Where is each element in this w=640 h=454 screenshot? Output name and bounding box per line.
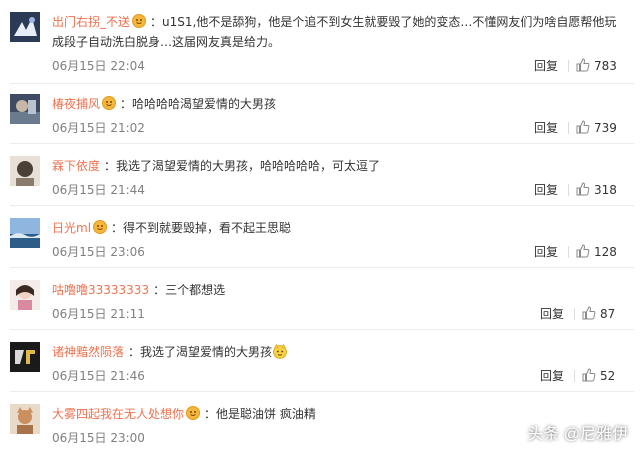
vip-badge-icon: [132, 14, 147, 28]
comment-item: 日光ml ：得不到就要毁掉，看不起王思聪 06月15日 23:06 回复 128: [0, 218, 640, 268]
like-button[interactable]: 87: [582, 306, 615, 322]
comment-text: 三个都想选: [165, 283, 226, 297]
thumbs-up-icon: [576, 120, 590, 134]
like-count: 783: [594, 59, 617, 73]
reply-button[interactable]: 回复: [534, 182, 558, 198]
thumbs-up-icon: [582, 368, 596, 382]
like-button[interactable]: 52: [582, 368, 615, 384]
username-link[interactable]: 诸神黯然陨落: [52, 345, 124, 359]
avatar[interactable]: [10, 342, 40, 372]
reply-button[interactable]: 回复: [534, 244, 558, 260]
comment-item: 霖下依度 ：我选了渴望爱情的大男孩，哈哈哈哈哈，可太逗了 06月15日 21:44…: [0, 156, 640, 206]
like-count: 128: [594, 245, 617, 259]
username-link[interactable]: 日光ml: [52, 221, 91, 235]
like-button[interactable]: 783: [576, 58, 617, 74]
comment-text: 他是聪油饼 疯油精: [216, 407, 316, 421]
comment-text: 哈哈哈哈渴望爱情的大男孩: [132, 97, 277, 111]
divider: [568, 60, 569, 72]
comment-item: 诸神黯然陨落 ：我选了渴望爱情的大男孩 06月15日 21:46 回复 52: [0, 342, 640, 392]
thumbs-up-icon: [576, 58, 590, 72]
comment-time: 06月15日 22:04: [52, 59, 145, 73]
username-link[interactable]: 咕噜噜33333333: [52, 283, 149, 297]
vip-badge-icon: [102, 96, 117, 110]
like-button[interactable]: 128: [576, 244, 617, 260]
divider: [574, 308, 575, 320]
reply-button[interactable]: 回复: [534, 120, 558, 136]
row-divider: [10, 143, 634, 144]
separator: ：: [104, 159, 117, 173]
comment-time: 06月15日 23:06: [52, 245, 145, 259]
like-count: 739: [594, 121, 617, 135]
thumbs-up-icon: [582, 306, 596, 320]
separator: ：: [111, 221, 124, 235]
divider: [568, 122, 569, 134]
avatar[interactable]: [10, 12, 40, 42]
thumbs-up-icon: [576, 182, 590, 196]
thumbs-up-icon: [576, 244, 590, 258]
avatar[interactable]: [10, 94, 40, 124]
comment-time: 06月15日 21:46: [52, 369, 145, 383]
separator: ：: [153, 283, 166, 297]
row-divider: [10, 267, 634, 268]
comment-text: 我选了渴望爱情的大男孩: [140, 345, 273, 359]
row-divider: [10, 205, 634, 206]
emoji-icon: [273, 343, 287, 359]
avatar[interactable]: [10, 280, 40, 310]
like-count: 52: [600, 369, 616, 383]
like-count: 318: [594, 183, 617, 197]
reply-button[interactable]: 回复: [540, 368, 564, 384]
separator: ：: [204, 407, 217, 421]
reply-button[interactable]: 回复: [540, 306, 564, 322]
comment-item: 椿夜捕风 ：哈哈哈哈渴望爱情的大男孩 06月15日 21:02 回复 739: [0, 94, 640, 144]
username-link[interactable]: 椿夜捕风: [52, 97, 100, 111]
vip-badge-icon: [93, 220, 108, 234]
comment-time: 06月15日 21:11: [52, 307, 145, 321]
separator: ：: [150, 15, 163, 29]
row-divider: [10, 329, 634, 330]
username-link[interactable]: 大雾四起我在无人处想你: [52, 407, 184, 421]
row-divider: [10, 83, 634, 84]
comment-time: 06月15日 21:44: [52, 183, 145, 197]
avatar[interactable]: [10, 156, 40, 186]
separator: ：: [128, 345, 141, 359]
separator: ：: [120, 97, 133, 111]
comment-item: 咕噜噜33333333 ：三个都想选 06月15日 21:11 回复 87: [0, 280, 640, 330]
comment-text: 我选了渴望爱情的大男孩，哈哈哈哈哈，可太逗了: [116, 159, 381, 173]
username-link[interactable]: 霖下依度: [52, 159, 100, 173]
like-count: 87: [600, 307, 616, 321]
divider: [568, 246, 569, 258]
watermark: 头条 @尼雅伊: [527, 426, 628, 443]
reply-button[interactable]: 回复: [534, 58, 558, 74]
divider: [568, 184, 569, 196]
username-link[interactable]: 出门右拐_不送: [52, 15, 130, 29]
like-button[interactable]: 739: [576, 120, 617, 136]
comment-time: 06月15日 21:02: [52, 121, 145, 135]
comment-item: 出门右拐_不送 ：u1S1,他不是舔狗，他是个追不到女生就要毁了她的变态…不懂网友…: [0, 12, 640, 84]
vip-badge-icon: [186, 406, 201, 420]
row-divider: [10, 391, 634, 392]
like-button[interactable]: 318: [576, 182, 617, 198]
comment-time: 06月15日 23:00: [52, 431, 145, 445]
divider: [574, 370, 575, 382]
avatar[interactable]: [10, 218, 40, 248]
comment-text: 得不到就要毁掉，看不起王思聪: [123, 221, 292, 235]
avatar[interactable]: [10, 404, 40, 434]
